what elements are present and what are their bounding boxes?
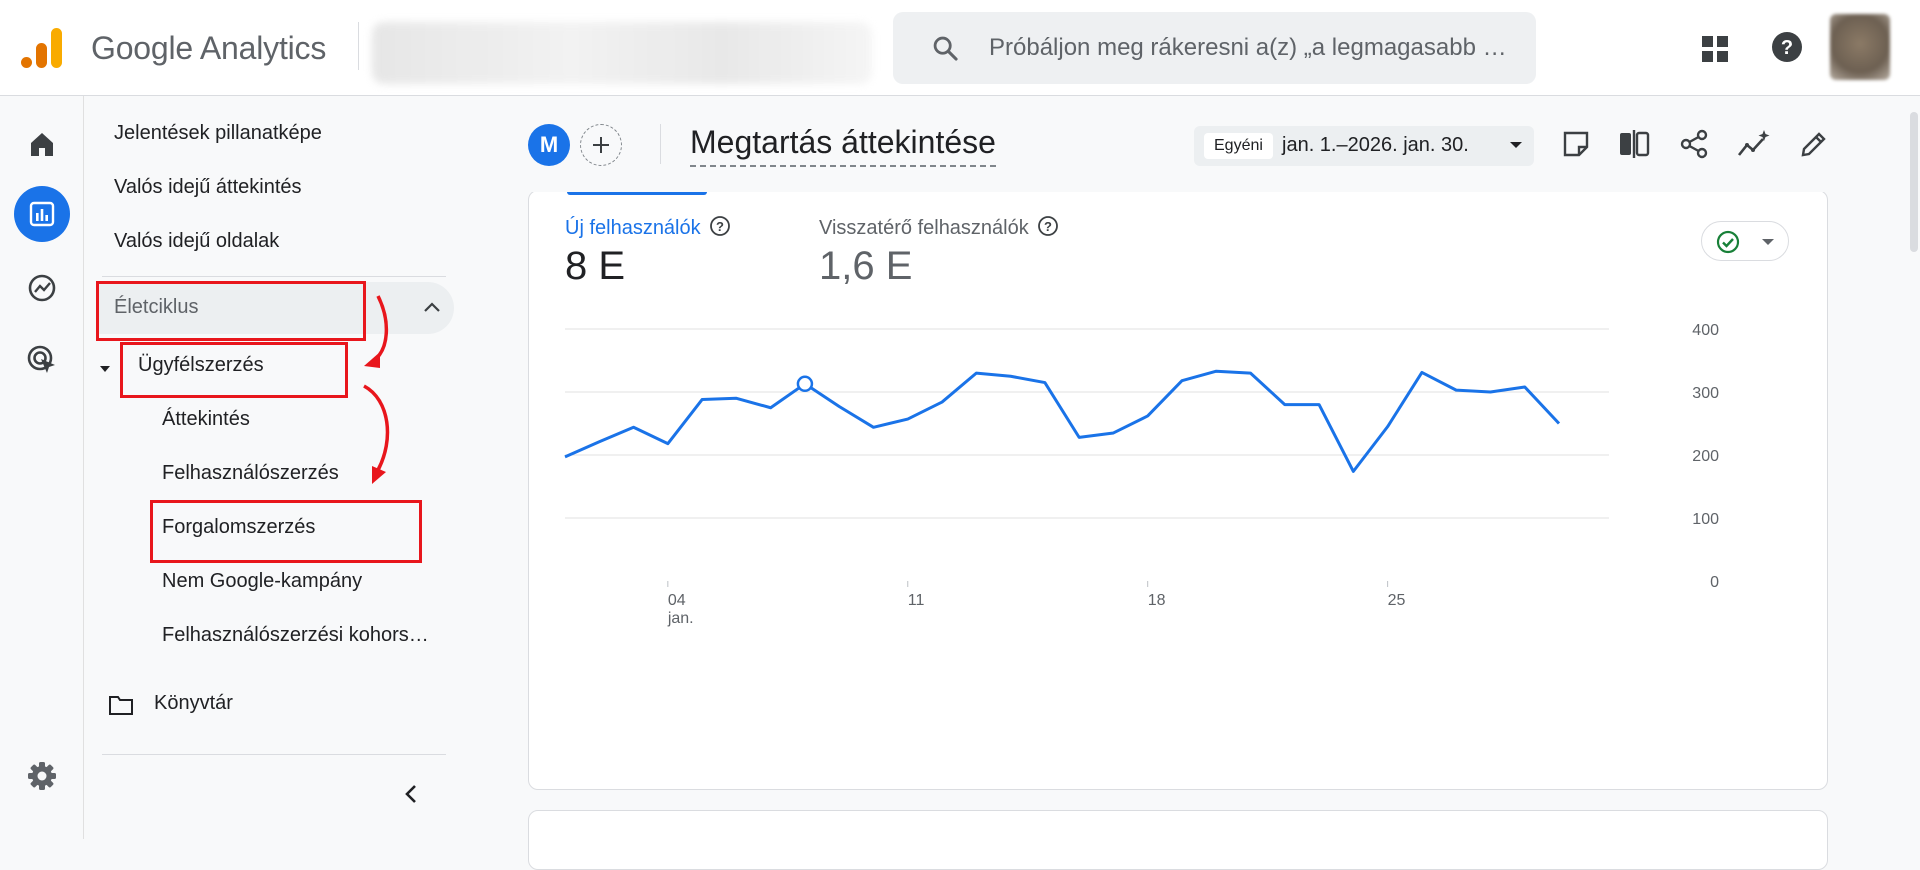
data-point bbox=[1009, 374, 1013, 378]
share-icon[interactable] bbox=[1676, 126, 1712, 162]
data-point bbox=[666, 442, 670, 446]
x-tick-sublabel: jan. bbox=[667, 610, 694, 627]
data-point bbox=[1249, 371, 1253, 375]
pencil-icon[interactable] bbox=[1796, 126, 1832, 162]
note-icon[interactable] bbox=[1558, 126, 1594, 162]
date-range-value: jan. 1.–2026. jan. 30. bbox=[1282, 134, 1469, 156]
account-selector[interactable] bbox=[372, 22, 872, 84]
annotation-arrows bbox=[363, 295, 390, 484]
annotation-box-lifecycle bbox=[96, 281, 366, 341]
data-point bbox=[700, 398, 704, 402]
data-point bbox=[1111, 431, 1115, 435]
add-comparison-button[interactable] bbox=[580, 124, 622, 166]
new-users-series-line bbox=[564, 369, 1561, 473]
folder-icon bbox=[109, 696, 133, 715]
data-point bbox=[734, 396, 738, 400]
y-tick-label: 200 bbox=[1692, 448, 1719, 465]
x-tick-label: 11 bbox=[908, 592, 925, 609]
plus-icon bbox=[593, 137, 609, 153]
caret-down-icon[interactable] bbox=[98, 362, 112, 376]
insights-icon[interactable] bbox=[1736, 126, 1772, 162]
annotation-box-traffic-acquisition bbox=[150, 500, 422, 563]
data-point bbox=[1180, 379, 1184, 383]
data-point bbox=[1043, 381, 1047, 385]
data-point bbox=[974, 371, 978, 375]
target-cursor-icon[interactable] bbox=[22, 340, 62, 380]
annotation-box-acquisition bbox=[120, 342, 348, 398]
data-point bbox=[597, 440, 601, 444]
nav-item-library[interactable]: Könyvtár bbox=[154, 692, 233, 715]
nav-item-reports-snapshot[interactable]: Jelentések pillanatképe bbox=[114, 122, 322, 145]
apps-grid-icon[interactable] bbox=[1700, 34, 1730, 64]
caret-down-icon bbox=[1510, 142, 1522, 148]
compare-icon[interactable] bbox=[1616, 126, 1652, 162]
retention-chart-card: Új felhasználók? 8 E Visszatérő felhaszn… bbox=[528, 190, 1828, 790]
data-point bbox=[1283, 403, 1287, 407]
hover-point-marker bbox=[796, 375, 814, 393]
header-divider bbox=[358, 22, 359, 70]
product-name: Google Analytics bbox=[91, 30, 327, 66]
data-point bbox=[871, 425, 875, 429]
nav-subitem-user-acquisition-cohort[interactable]: Felhasználószerzési kohors… bbox=[162, 624, 429, 647]
date-range-picker[interactable]: Egyéni jan. 1.–2026. jan. 30. bbox=[1194, 126, 1534, 166]
data-point bbox=[1214, 369, 1218, 373]
next-card bbox=[528, 810, 1828, 870]
y-tick-label: 400 bbox=[1692, 322, 1719, 339]
data-point bbox=[1454, 388, 1458, 392]
data-point bbox=[563, 455, 567, 459]
header-divider bbox=[660, 124, 661, 164]
help-circle-icon[interactable]: ? bbox=[1770, 30, 1804, 64]
search-bar[interactable]: Próbáljon meg rákeresni a(z) „a legmagas… bbox=[893, 12, 1536, 84]
x-tick-label: 04 bbox=[668, 592, 686, 609]
nav-item-realtime-overview[interactable]: Valós idejű áttekintés bbox=[114, 176, 302, 199]
data-point bbox=[1523, 385, 1527, 389]
data-point bbox=[1317, 403, 1321, 407]
data-point bbox=[1386, 425, 1390, 429]
page-title: Megtartás áttekintése bbox=[690, 124, 996, 167]
nav-item-realtime-pages[interactable]: Valós idejű oldalak bbox=[114, 230, 279, 253]
nav-subitem-non-google-campaign[interactable]: Nem Google-kampány bbox=[162, 570, 362, 593]
data-point bbox=[1077, 435, 1081, 439]
data-point bbox=[1488, 390, 1492, 394]
new-users-line-chart: 0 100 200 300 400 04 11 18 25 jan. bbox=[563, 322, 1719, 627]
bar-chart-icon[interactable] bbox=[14, 186, 70, 242]
nav-subitem-overview[interactable]: Áttekintés bbox=[162, 408, 250, 431]
x-tick-label: 25 bbox=[1388, 592, 1406, 609]
search-input[interactable]: Próbáljon meg rákeresni a(z) „a legmagas… bbox=[989, 34, 1524, 62]
nav-divider bbox=[102, 276, 446, 277]
left-rail bbox=[0, 96, 84, 839]
search-icon bbox=[933, 36, 958, 61]
x-tick-label: 18 bbox=[1148, 592, 1166, 609]
svg-text:?: ? bbox=[1781, 37, 1793, 59]
nav-divider bbox=[102, 754, 446, 755]
y-tick-label: 100 bbox=[1692, 511, 1719, 528]
date-range-type-badge: Egyéni bbox=[1204, 133, 1273, 159]
data-point bbox=[1420, 370, 1424, 374]
data-point bbox=[1146, 414, 1150, 418]
data-point bbox=[837, 404, 841, 408]
chevron-up-icon[interactable] bbox=[420, 296, 444, 320]
home-icon[interactable] bbox=[22, 124, 62, 164]
data-point bbox=[769, 406, 773, 410]
explore-icon[interactable] bbox=[22, 268, 62, 308]
main-content: Új felhasználók? 8 E Visszatérő felhaszn… bbox=[464, 96, 1920, 870]
data-point bbox=[1351, 469, 1355, 473]
avatar[interactable] bbox=[1830, 14, 1890, 80]
comparison-avatar[interactable]: M bbox=[528, 124, 570, 166]
y-tick-label: 0 bbox=[1710, 574, 1719, 591]
scrollbar[interactable] bbox=[1910, 112, 1918, 252]
page-header: M Megtartás áttekintése Egyéni jan. 1.–2… bbox=[464, 96, 1920, 192]
data-point bbox=[1557, 422, 1561, 426]
data-point bbox=[940, 400, 944, 404]
data-point bbox=[632, 425, 636, 429]
top-bar: Google Analytics Próbáljon meg rákeresni… bbox=[0, 0, 1920, 96]
nav-subitem-user-acquisition[interactable]: Felhasználószerzés bbox=[162, 462, 339, 485]
gear-icon[interactable] bbox=[22, 756, 62, 796]
y-tick-label: 300 bbox=[1692, 385, 1719, 402]
chevron-left-icon[interactable] bbox=[400, 782, 424, 806]
google-analytics-logo[interactable] bbox=[20, 26, 64, 70]
data-point bbox=[906, 417, 910, 421]
